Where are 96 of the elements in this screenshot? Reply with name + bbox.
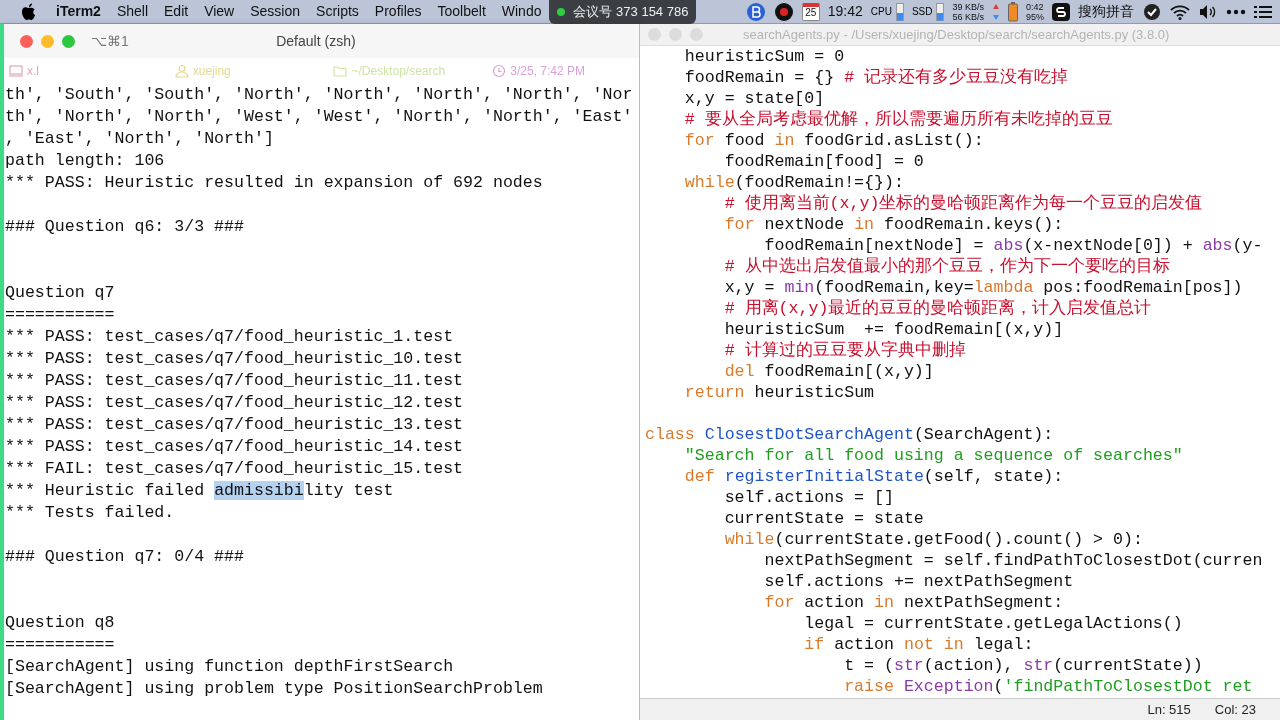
download-rate: 56 KB/s (952, 11, 984, 22)
code-line: foodRemain = {} # 记录还有多少豆豆没有吃掉 (683, 67, 1070, 88)
code-line: legal = currentState.getLegalActions() (803, 613, 1184, 634)
code-line: while(currentState.getFood().count() > 0): (723, 529, 1144, 550)
code-line: x,y = state[0] (683, 88, 826, 109)
status-text: xuejing (192, 63, 231, 80)
terminal-line: Question q8 (4, 612, 116, 634)
terminal-line: [SearchAgent] using problem type PositionSearchProblem (4, 678, 544, 700)
code-line: foodRemain[food] = 0 (723, 151, 925, 172)
clock-icon (492, 64, 507, 78)
code-line: for nextNode in foodRemain.keys(): (723, 214, 1065, 235)
input-method-icon[interactable] (1052, 2, 1070, 21)
code-line: # 计算过的豆豆要从字典中删掉 (723, 340, 967, 361)
menu-item[interactable]: Windo (493, 1, 550, 22)
code-line: self.actions = [] (723, 487, 895, 508)
person-icon (174, 64, 189, 78)
record-icon (773, 1, 794, 22)
terminal-line: [SearchAgent] using function depthFirstSearch (4, 656, 455, 678)
code-line: # 用离(x,y)最近的豆豆的曼哈顿距离，计入启发值总计 (723, 298, 1153, 319)
apple-icon[interactable] (20, 2, 36, 21)
code-line: nextPathSegment = self.findPathToClosestDot(curren (763, 550, 1264, 571)
volume-icon[interactable] (1198, 3, 1218, 20)
code-line: currentState = state (723, 508, 925, 529)
terminal-line: *** PASS: test_cases/q7/food_heuristic_12.test (4, 392, 465, 414)
code-line: heuristicSum = 0 (683, 46, 846, 67)
terminal-line: path length: 106 (4, 150, 166, 172)
input-method[interactable]: 搜狗拼音 (1078, 1, 1134, 22)
list-icon[interactable] (1254, 4, 1272, 19)
code-line: # 使用离当前(x,y)坐标的曼哈顿距离作为每一个豆豆的启发值 (723, 193, 1204, 214)
code-line: x,y = min(foodRemain,key=lambda pos:foodRemain[pos]) (723, 277, 1244, 298)
shortcut-label: ⌥⌘1 (91, 31, 129, 51)
ssd-label: SSD (911, 5, 933, 18)
terminal-line: ### Question q7: 0/4 ### (4, 546, 245, 568)
upload-rate: 39 KB/s (952, 1, 984, 12)
terminal-line: *** PASS: Heuristic resulted in expansion of 692 nodes (4, 172, 544, 194)
code-line: while(foodRemain!={}): (683, 172, 905, 193)
code-line: # 要从全局考虑最优解，所以需要遍历所有未吃掉的豆豆 (683, 109, 1114, 130)
status-text: 3/25, 7:42 PM (510, 63, 585, 80)
terminal-line: *** PASS: test_cases/q7/food_heuristic_14.test (4, 436, 465, 458)
status-text: ~/Desktop/search (351, 63, 446, 80)
code-line: del foodRemain[(x,y)] (723, 361, 935, 382)
terminal-line: *** FAIL: test_cases/q7/food_heuristic_15.test (4, 458, 465, 480)
terminal-line: , 'East', 'North', 'North'] (4, 128, 275, 150)
wifi-icon[interactable] (1170, 3, 1190, 20)
app-icon[interactable] (1142, 1, 1162, 22)
code-line: if action not in legal: (803, 634, 1035, 655)
terminal-line: =========== (4, 634, 116, 656)
b-icon (745, 1, 766, 22)
code-line: class ClosestDotSearchAgent(SearchAgent): (645, 424, 1055, 445)
terminal-line: *** PASS: test_cases/q7/food_heuristic_10.test (4, 348, 465, 370)
app-menu[interactable]: iTerm2 (48, 1, 109, 22)
battery-time: 0:42 (1026, 1, 1044, 12)
status-text: x.l (27, 63, 39, 80)
code-line: self.actions += nextPathSegment (763, 571, 1075, 592)
terminal-line: Question q7 (4, 282, 116, 304)
menu-item[interactable]: Toolbelt (429, 1, 494, 22)
code-line: # 从中选出启发值最小的那个豆豆，作为下一个要吃的目标 (723, 256, 1171, 277)
code-line: return heuristicSum (683, 382, 876, 403)
terminal-line: *** Tests failed. (4, 502, 176, 524)
line-number: Ln: 515 (1147, 700, 1191, 719)
menu-item[interactable]: Shell (108, 1, 156, 22)
close-button[interactable] (20, 34, 33, 48)
terminal-line: *** PASS: test_cases/q7/food_heuristic_1.test (4, 326, 455, 348)
terminal-line: th', 'South', 'South', 'North', 'North', 'North', 'North', 'Nor (4, 84, 634, 106)
folder-icon (333, 64, 348, 78)
menu-item[interactable]: Session (242, 1, 309, 22)
cpu-label: CPU (870, 5, 892, 18)
code-line: def registerInitialState(self, state): (683, 466, 1065, 487)
terminal-line: th', 'North', 'North', 'West', 'West', 'North', 'North', 'East' (4, 106, 634, 128)
more-icon[interactable] (1226, 8, 1246, 15)
code-line: "Search for all food using a sequence of searches" (683, 445, 1184, 466)
code-line: heuristicSum += foodRemain[(x,y)] (723, 319, 1065, 340)
code-line: t = (str(action), str(currentState)) (843, 655, 1204, 676)
battery-icon (1008, 1, 1018, 22)
code-line: for food in foodGrid.asList(): (683, 130, 985, 151)
arrows-icon (992, 2, 1000, 21)
terminal-line: *** PASS: test_cases/q7/food_heuristic_11.test (4, 370, 465, 392)
window-title: Default (zsh) (276, 31, 356, 51)
laptop-icon (9, 64, 23, 78)
window-title: searchAgents.py - /Users/xuejing/Desktop/search/searchAgents.py (3.8.0) (743, 25, 1170, 44)
terminal-line: *** Heuristic failed admissibility test (4, 480, 395, 502)
code-line: raise Exception('findPathToClosestDot ret (843, 676, 1254, 697)
terminal-line: *** PASS: test_cases/q7/food_heuristic_13.test (4, 414, 465, 436)
column-number: Col: 23 (1214, 700, 1256, 719)
code-line: for action in nextPathSegment: (763, 592, 1065, 613)
meeting-indicator: 会议号 373 154 786 (549, 0, 697, 24)
terminal-line: ### Question q6: 3/3 ### (4, 216, 245, 238)
menu-item[interactable]: Scripts (308, 1, 367, 22)
code-line: foodRemain[nextNode] = abs(x-nextNode[0]) + abs(y- (763, 235, 1264, 256)
battery-percent: 95% (1026, 11, 1044, 22)
menu-item[interactable]: Edit (156, 1, 197, 22)
clock: 19:42 (827, 2, 863, 21)
menu-item[interactable]: Profiles (366, 1, 430, 22)
terminal-line: =========== (4, 304, 116, 326)
calendar-icon: 25 (801, 2, 820, 21)
menu-item[interactable]: View (196, 1, 243, 22)
